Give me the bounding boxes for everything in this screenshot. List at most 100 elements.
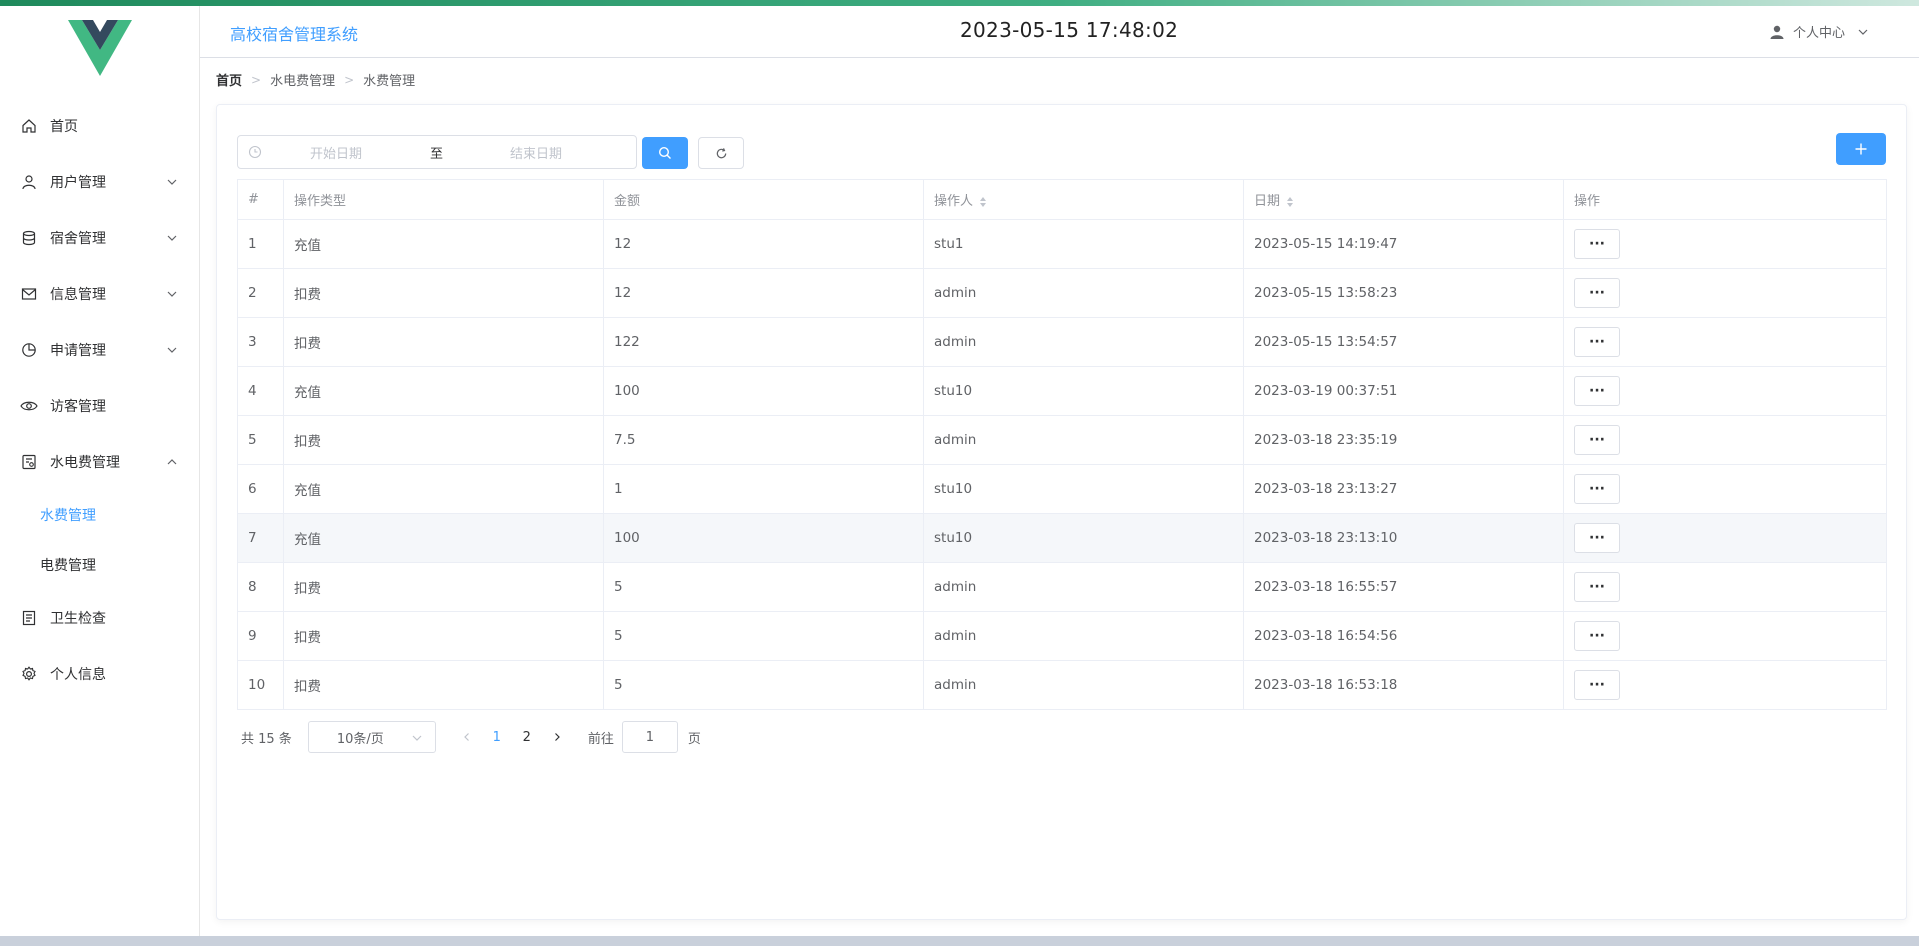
prev-page-button[interactable] (452, 732, 482, 742)
user-icon (1770, 25, 1784, 39)
plus-icon (1855, 143, 1867, 155)
page-number-2[interactable]: 2 (512, 730, 542, 745)
user-center-label: 个人中心 (1792, 26, 1845, 41)
table-row: 6 充值 1 stu10 2023-03-18 23:13:27 ··· (237, 464, 1887, 514)
cell-amount: 12 (603, 219, 924, 269)
more-actions-button[interactable]: ··· (1574, 278, 1620, 308)
col-header-type: 操作类型 (283, 179, 604, 220)
table-row: 8 扣费 5 admin 2023-03-18 16:55:57 ··· (237, 562, 1887, 612)
add-button[interactable] (1836, 133, 1886, 165)
cell-index: 4 (237, 366, 284, 416)
sidebar-item-label: 用户管理 (50, 175, 106, 191)
date-range-picker[interactable]: 开始日期 至 结束日期 (237, 135, 637, 169)
cell-amount: 1 (603, 464, 924, 514)
more-actions-button[interactable]: ··· (1574, 327, 1620, 357)
more-actions-button[interactable]: ··· (1574, 474, 1620, 504)
cell-type: 充值 (283, 513, 604, 563)
sidebar-item-label: 个人信息 (50, 667, 106, 683)
page-number-1[interactable]: 1 (482, 730, 512, 745)
goto-page-input[interactable]: 1 (621, 721, 678, 753)
pie-icon (20, 341, 38, 359)
more-actions-button[interactable]: ··· (1574, 670, 1620, 700)
sidebar-item-label: 首页 (50, 119, 78, 135)
more-actions-button[interactable]: ··· (1574, 425, 1620, 455)
sort-icon[interactable] (979, 196, 987, 208)
cell-operator: admin (923, 415, 1244, 465)
sidebar-item-users[interactable]: 用户管理 (0, 154, 200, 210)
cell-date: 2023-03-18 23:35:19 (1243, 415, 1564, 465)
content-card: 开始日期 至 结束日期 # 操作类型 金额 操作人 日期 操作 1 充值 12 (216, 104, 1907, 920)
cell-operator: stu10 (923, 513, 1244, 563)
cell-operator: admin (923, 611, 1244, 661)
sort-icon[interactable] (1286, 196, 1294, 208)
cell-amount: 7.5 (603, 415, 924, 465)
cell-amount: 100 (603, 366, 924, 416)
cell-actions: ··· (1563, 464, 1887, 514)
total-count: 共 15 条 (241, 731, 292, 747)
table-header-row: # 操作类型 金额 操作人 日期 操作 (237, 179, 1887, 220)
more-actions-button[interactable]: ··· (1574, 621, 1620, 651)
next-page-button[interactable] (542, 732, 572, 742)
sidebar-item-visitors[interactable]: 访客管理 (0, 378, 200, 434)
table-row: 2 扣费 12 admin 2023-05-15 13:58:23 ··· (237, 268, 1887, 318)
chevron-right-icon: > (251, 72, 262, 87)
cell-index: 9 (237, 611, 284, 661)
cell-amount: 12 (603, 268, 924, 318)
col-header-date[interactable]: 日期 (1243, 179, 1564, 220)
breadcrumb-home[interactable]: 首页 (216, 70, 242, 89)
document-icon (20, 609, 38, 627)
end-date-input[interactable]: 结束日期 (510, 143, 562, 162)
cell-actions: ··· (1563, 562, 1887, 612)
side-menu: 首页 用户管理 宿舍管理 信息管理 申请管理 访客管理 水电费管理 水费管理 电… (0, 98, 200, 702)
sidebar-subitem-electricity[interactable]: 电费管理 (0, 540, 200, 590)
cell-actions: ··· (1563, 219, 1887, 269)
sidebar-item-dorms[interactable]: 宿舍管理 (0, 210, 200, 266)
sidebar-item-utilities[interactable]: 水电费管理 (0, 434, 200, 490)
reset-button[interactable] (698, 137, 744, 169)
col-header-date-label: 日期 (1254, 194, 1281, 209)
breadcrumb-current: 水费管理 (363, 74, 416, 89)
cell-date: 2023-03-19 00:37:51 (1243, 366, 1564, 416)
chevron-up-icon (167, 459, 177, 465)
cell-date: 2023-05-15 14:19:47 (1243, 219, 1564, 269)
cell-operator: admin (923, 317, 1244, 367)
cell-index: 2 (237, 268, 284, 318)
goto-suffix: 页 (687, 731, 701, 747)
search-icon (658, 146, 671, 159)
cell-index: 3 (237, 317, 284, 367)
user-icon (20, 173, 38, 191)
more-actions-button[interactable]: ··· (1574, 376, 1620, 406)
search-button[interactable] (642, 137, 688, 169)
more-actions-button[interactable]: ··· (1574, 229, 1620, 259)
bill-icon (20, 453, 38, 471)
table-row: 9 扣费 5 admin 2023-03-18 16:54:56 ··· (237, 611, 1887, 661)
table-row: 5 扣费 7.5 admin 2023-03-18 23:35:19 ··· (237, 415, 1887, 465)
cell-index: 8 (237, 562, 284, 612)
cell-amount: 5 (603, 660, 924, 710)
more-actions-button[interactable]: ··· (1574, 572, 1620, 602)
page-size-select[interactable]: 10条/页 (307, 721, 436, 753)
sidebar-item-hygiene[interactable]: 卫生检查 (0, 590, 200, 646)
sidebar-item-home[interactable]: 首页 (0, 98, 200, 154)
col-header-operator[interactable]: 操作人 (923, 179, 1244, 220)
sidebar: 首页 用户管理 宿舍管理 信息管理 申请管理 访客管理 水电费管理 水费管理 电… (0, 6, 200, 936)
sidebar-item-applications[interactable]: 申请管理 (0, 322, 200, 378)
more-actions-button[interactable]: ··· (1574, 523, 1620, 553)
sidebar-item-profile[interactable]: 个人信息 (0, 646, 200, 702)
cell-actions: ··· (1563, 513, 1887, 563)
goto-label: 前往 (587, 731, 614, 747)
table-row: 4 充值 100 stu10 2023-03-19 00:37:51 ··· (237, 366, 1887, 416)
cell-actions: ··· (1563, 268, 1887, 318)
sidebar-item-label: 水电费管理 (50, 455, 120, 471)
sidebar-subitem-water[interactable]: 水费管理 (0, 490, 200, 540)
sidebar-item-info[interactable]: 信息管理 (0, 266, 200, 322)
cell-index: 6 (237, 464, 284, 514)
table-row: 7 充值 100 stu10 2023-03-18 23:13:10 ··· (237, 513, 1887, 563)
chevron-down-icon (412, 735, 422, 741)
cell-type: 扣费 (283, 317, 604, 367)
start-date-input[interactable]: 开始日期 (310, 143, 430, 162)
cell-type: 扣费 (283, 562, 604, 612)
cell-actions: ··· (1563, 660, 1887, 710)
sidebar-item-label: 卫生检查 (50, 611, 106, 627)
user-center-dropdown[interactable]: 个人中心 (1769, 22, 1869, 41)
